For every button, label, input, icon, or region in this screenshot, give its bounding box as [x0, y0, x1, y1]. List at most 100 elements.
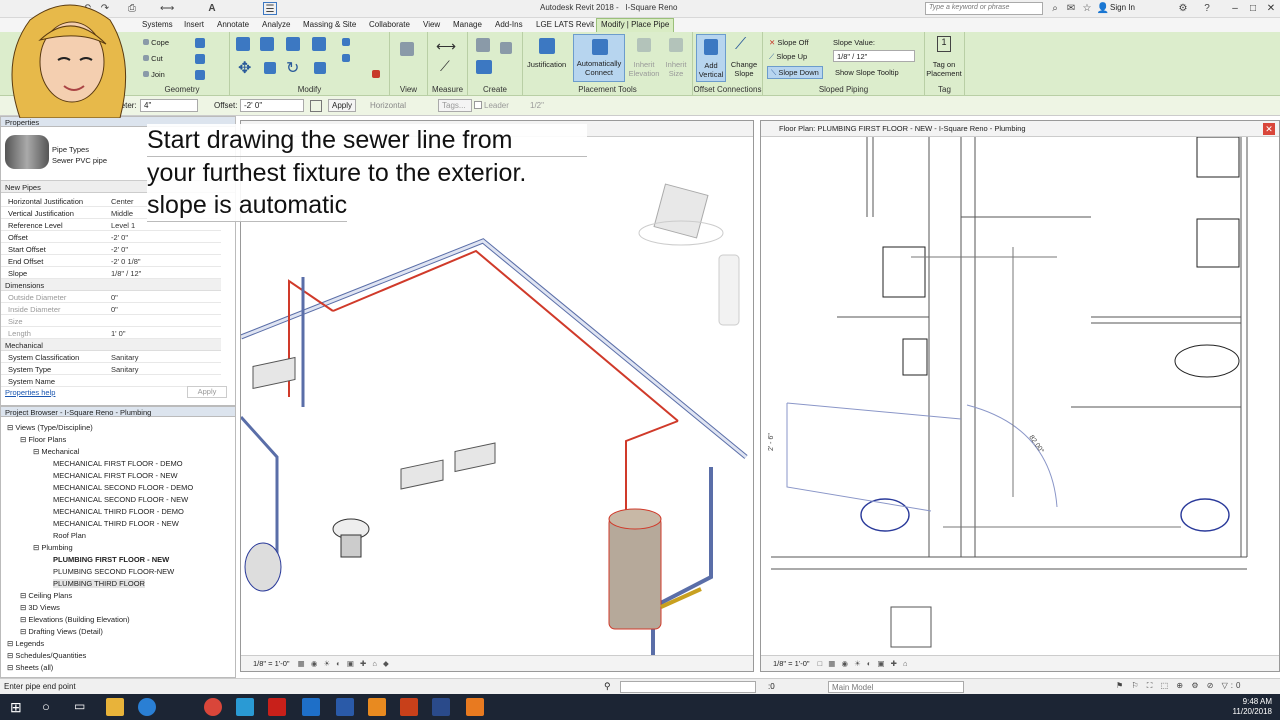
close-icon[interactable]: ✕ [1262, 1, 1280, 16]
tab-manage[interactable]: Manage [453, 20, 482, 29]
create-part-icon[interactable] [476, 38, 490, 52]
tab-annotate[interactable]: Annotate [217, 20, 249, 29]
copy-icon[interactable] [264, 62, 276, 74]
tab-modify-place-pipe[interactable]: Modify | Place Pipe [601, 20, 669, 29]
join-button[interactable]: Join [143, 70, 165, 79]
browser-item[interactable]: PLUMBING FIRST FLOOR - NEW [53, 555, 169, 564]
leader-length[interactable]: 1/2" [530, 101, 544, 110]
minimize-icon[interactable]: – [1226, 1, 1244, 16]
property-row[interactable]: End Offset -2' 0 1/8" [1, 255, 221, 267]
view-controls-icons[interactable]: □ ▦ ◉ ☀ ◐ ▣ ✚ ⌂ [818, 659, 910, 668]
browser-item[interactable]: MECHANICAL THIRD FLOOR - NEW [53, 519, 179, 528]
property-value[interactable]: Center [111, 197, 134, 206]
app-icon[interactable] [368, 698, 386, 716]
search-input[interactable]: Type a keyword or phrase [925, 2, 1043, 15]
thin-lines-icon[interactable]: ☰ [263, 2, 277, 15]
inherit-size-button[interactable]: Inherit Size [663, 60, 689, 78]
browser-item[interactable]: MECHANICAL SECOND FLOOR - NEW [53, 495, 188, 504]
slope-down-button[interactable]: ⟍ Slope Down [767, 66, 823, 79]
property-row[interactable]: Inside Diameter 0" [1, 303, 221, 315]
word-icon[interactable] [336, 698, 354, 716]
property-row[interactable]: System Type Sanitary [1, 363, 221, 375]
cut-button[interactable]: Cut [143, 54, 163, 63]
browser-item[interactable]: ⊟ 3D Views [20, 603, 60, 612]
auto-connect-button[interactable]: Automatically Connect [573, 34, 625, 82]
tag-on-placement-button[interactable]: Tag on Placement [925, 60, 963, 78]
floor-plan-canvas[interactable]: 82.00° 2' - 6" [761, 137, 1279, 657]
system-clock[interactable]: 9:48 AM 11/20/2018 [1233, 697, 1272, 717]
tab-add-ins[interactable]: Add-Ins [495, 20, 523, 29]
mirror-pick-icon[interactable] [286, 37, 300, 51]
text-icon[interactable]: A [205, 2, 219, 15]
inherit-elevation-button[interactable]: Inherit Elevation [627, 60, 661, 78]
slope-off-button[interactable]: ✕ Slope Off [769, 38, 809, 47]
properties-help-link[interactable]: Properties help [5, 388, 55, 397]
tab-view[interactable]: View [423, 20, 440, 29]
browser-item[interactable]: ⊟ Legends [7, 639, 44, 648]
view-close-icon[interactable]: ✕ [1263, 123, 1275, 135]
tab-lge-lats[interactable]: LGE LATS Revit [536, 20, 594, 29]
browser-item[interactable]: MECHANICAL SECOND FLOOR - DEMO [53, 483, 193, 492]
browser-item[interactable]: MECHANICAL FIRST FLOOR - DEMO [53, 459, 183, 468]
property-section[interactable]: Mechanical [1, 339, 221, 351]
communication-icon[interactable]: ✉ [1064, 2, 1078, 15]
property-value[interactable]: -2' 0" [111, 233, 128, 242]
show-slope-tooltip-button[interactable]: Show Slope Tooltip [835, 68, 899, 77]
browser-item[interactable]: ⊟ Plumbing [33, 543, 73, 552]
hide-icon[interactable] [400, 42, 414, 56]
view-controls-icons[interactable]: ▦ ◉ ☀ ◐ ▣ ✚ ⌂ ◆ [298, 659, 391, 668]
browser-item[interactable]: ⊟ Mechanical [33, 447, 79, 456]
align-icon[interactable] [236, 37, 250, 51]
property-value[interactable]: 1/8" / 12" [111, 269, 141, 278]
design-option-select[interactable]: Main Model [828, 681, 964, 693]
property-row[interactable]: Offset -2' 0" [1, 231, 221, 243]
maximize-icon[interactable]: □ [1244, 1, 1262, 16]
browser-item[interactable]: MECHANICAL FIRST FLOOR - NEW [53, 471, 178, 480]
change-slope-button[interactable]: Change Slope [729, 60, 759, 78]
property-row[interactable]: Slope 1/8" / 12" [1, 267, 221, 279]
measure-icon[interactable]: ⟷ [436, 38, 456, 55]
browser-item[interactable]: ⊟ Elevations (Building Elevation) [20, 615, 130, 624]
split-face-icon[interactable] [195, 70, 205, 80]
browser-item[interactable]: ⊟ Drafting Views (Detail) [20, 627, 103, 636]
property-value[interactable]: 0" [111, 293, 118, 302]
delete-icon[interactable] [372, 70, 380, 78]
diameter-select[interactable]: 4" [140, 99, 198, 112]
browser-item[interactable]: ⊟ Sheets (all) [7, 663, 53, 672]
offset-options-icon[interactable] [310, 100, 322, 112]
cope-button[interactable]: Cope [143, 38, 169, 47]
property-value[interactable]: Middle [111, 209, 133, 218]
trim-icon[interactable] [314, 62, 326, 74]
create-similar-icon[interactable] [500, 42, 512, 54]
selection-settings-icons[interactable]: ⚑ ⚐ ⛶ ⬚ ⊕ ⚙ ⊘ ▽:0 [1116, 681, 1243, 691]
property-section[interactable]: Dimensions [1, 279, 221, 291]
wall-join-icon[interactable] [195, 54, 205, 64]
apply-button[interactable]: Apply [328, 99, 356, 112]
split-icon[interactable] [342, 38, 350, 46]
measure-icon[interactable]: ⟷ [160, 2, 174, 15]
browser-item[interactable]: PLUMBING SECOND FLOOR-NEW [53, 567, 174, 576]
mirror-draw-icon[interactable] [312, 37, 326, 51]
user-icon[interactable]: 👤 [1096, 2, 1110, 15]
acrobat-icon[interactable] [268, 698, 286, 716]
browser-item[interactable]: ⊟ Schedules/Quantities [7, 651, 86, 660]
justification-button[interactable]: Justification [527, 60, 566, 69]
array-icon[interactable] [342, 54, 350, 62]
chrome-icon[interactable] [204, 698, 222, 716]
browser-item[interactable]: ⊟ Views (Type/Discipline) [7, 423, 93, 432]
task-view-icon[interactable]: ▭ [74, 699, 85, 713]
property-value[interactable]: Sanitary [111, 353, 139, 362]
favorites-icon[interactable]: ☆ [1080, 2, 1094, 15]
help-icon[interactable]: ? [1200, 2, 1214, 15]
dimension-icon[interactable]: ⟋ [440, 58, 450, 75]
tab-collaborate[interactable]: Collaborate [369, 20, 410, 29]
workset-select[interactable] [620, 681, 756, 693]
browser-item[interactable]: MECHANICAL THIRD FLOOR - DEMO [53, 507, 184, 516]
view-floor-plan[interactable]: Floor Plan: PLUMBING FIRST FLOOR - NEW -… [760, 120, 1280, 672]
paste-icon[interactable] [195, 38, 205, 48]
add-vertical-button[interactable]: Add Vertical [696, 34, 726, 82]
horizontal-select[interactable]: Horizontal [370, 101, 406, 110]
property-value[interactable]: Level 1 [111, 221, 135, 230]
offset-icon[interactable] [260, 37, 274, 51]
property-value[interactable]: 0" [111, 305, 118, 314]
